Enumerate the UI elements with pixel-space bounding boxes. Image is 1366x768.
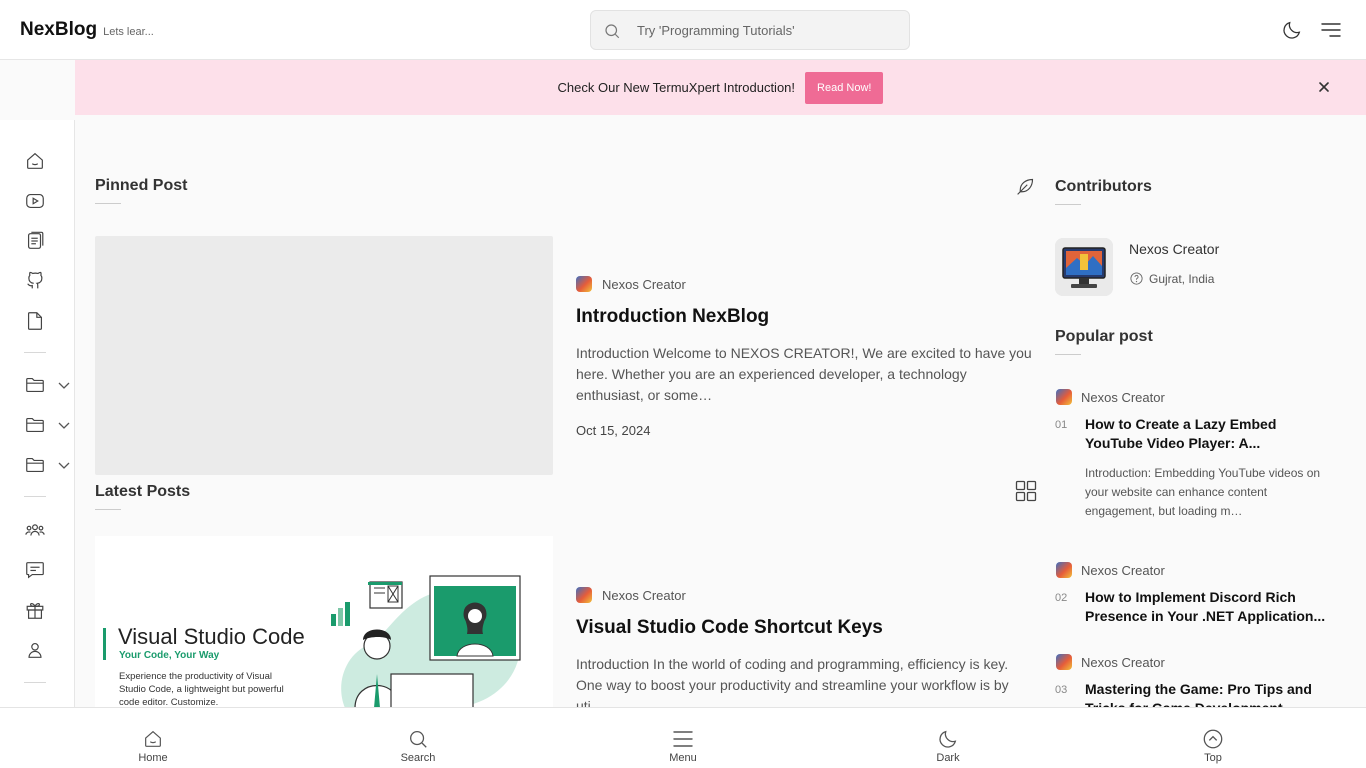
thumbnail-body: Experience the productivity of Visual St… bbox=[119, 671, 284, 708]
author-name: Nexos Creator bbox=[1081, 389, 1165, 405]
brand[interactable]: NexBlog Lets lear... bbox=[20, 19, 154, 41]
search-box[interactable] bbox=[590, 10, 910, 50]
popular-item-author[interactable]: Nexos Creator bbox=[1056, 562, 1165, 578]
home-icon bbox=[145, 730, 161, 747]
thumbnail-subheading: Your Code, Your Way bbox=[119, 650, 220, 661]
github-icon[interactable] bbox=[24, 270, 46, 292]
sidebar bbox=[0, 120, 75, 708]
author-name: Nexos Creator bbox=[602, 276, 686, 292]
pinned-post-excerpt: Introduction Welcome to NEXOS CREATOR!, … bbox=[576, 345, 1032, 403]
sidebar-divider bbox=[24, 352, 46, 353]
home-icon[interactable] bbox=[24, 150, 46, 172]
video-icon[interactable] bbox=[24, 190, 46, 212]
sidebar-divider bbox=[24, 682, 46, 683]
title-underline bbox=[95, 203, 121, 204]
vscode-post-thumbnail[interactable]: Visual Studio Code Your Code, Your Way E… bbox=[95, 536, 553, 708]
bottom-nav-label: Top bbox=[1204, 752, 1222, 764]
pinned-post-heading[interactable]: Introduction NexBlog bbox=[576, 306, 769, 328]
bottom-nav-label: Search bbox=[400, 752, 436, 764]
brand-tagline: Lets lear... bbox=[103, 26, 154, 38]
chevron-down-icon[interactable] bbox=[57, 419, 71, 431]
dark-mode-toggle-icon[interactable] bbox=[1281, 19, 1303, 41]
title-underline bbox=[95, 509, 121, 510]
latest-post-author[interactable]: Nexos Creator bbox=[576, 587, 686, 603]
popular-post-title: Popular post bbox=[1055, 328, 1153, 345]
author-avatar bbox=[1056, 562, 1072, 578]
bottom-nav-top[interactable]: Top bbox=[1173, 708, 1253, 768]
contributor-name[interactable]: Nexos Creator bbox=[1129, 241, 1219, 257]
menu-icon[interactable] bbox=[1320, 20, 1342, 40]
menu-icon bbox=[673, 731, 693, 747]
bottom-nav-dark[interactable]: Dark bbox=[908, 708, 988, 768]
popular-item-author[interactable]: Nexos Creator bbox=[1056, 654, 1165, 670]
popular-item-heading[interactable]: How to Implement Discord Rich Presence i… bbox=[1085, 588, 1345, 626]
location-icon bbox=[1130, 272, 1143, 285]
thumbnail-heading: Visual Studio Code bbox=[118, 624, 305, 649]
chevron-down-icon[interactable] bbox=[57, 379, 71, 391]
top-header: NexBlog Lets lear... bbox=[0, 0, 1366, 60]
bottom-nav-label: Menu bbox=[669, 752, 697, 764]
grid-view-icon[interactable] bbox=[1015, 480, 1037, 502]
bottom-nav-search[interactable]: Search bbox=[378, 708, 458, 768]
pinned-post-date: Oct 15, 2024 bbox=[576, 423, 651, 438]
gift-icon[interactable] bbox=[24, 599, 46, 621]
announcement-banner: Check Our New TermuXpert Introduction! R… bbox=[75, 60, 1366, 115]
feather-icon bbox=[1017, 178, 1034, 195]
read-now-button[interactable]: Read Now! bbox=[805, 71, 884, 104]
developer-illustration-icon bbox=[331, 575, 521, 708]
pinned-post-thumbnail[interactable] bbox=[95, 236, 553, 475]
search-icon bbox=[410, 731, 427, 748]
brand-name[interactable]: NexBlog bbox=[20, 19, 97, 41]
sidebar-divider bbox=[24, 496, 46, 497]
popular-item-number: 02 bbox=[1055, 592, 1068, 604]
popular-item-author[interactable]: Nexos Creator bbox=[1056, 389, 1165, 405]
author-name: Nexos Creator bbox=[1081, 654, 1165, 670]
bottom-nav-menu[interactable]: Menu bbox=[643, 708, 723, 768]
folder-icon[interactable] bbox=[24, 374, 46, 396]
comment-icon[interactable] bbox=[24, 559, 46, 581]
latest-post-heading[interactable]: Visual Studio Code Shortcut Keys bbox=[576, 617, 883, 639]
location-text: Gujrat, India bbox=[1149, 271, 1215, 286]
close-icon[interactable] bbox=[1317, 80, 1331, 94]
search-input[interactable] bbox=[637, 19, 897, 41]
announcement-text: Check Our New TermuXpert Introduction! bbox=[557, 80, 796, 95]
accent-bar bbox=[103, 628, 106, 660]
author-name: Nexos Creator bbox=[602, 587, 686, 603]
search-icon bbox=[605, 24, 620, 39]
title-underline bbox=[1055, 354, 1081, 355]
bottom-nav: Home Search Menu Dark Top bbox=[0, 707, 1366, 768]
author-avatar bbox=[1056, 654, 1072, 670]
latest-posts-title: Latest Posts bbox=[95, 483, 191, 500]
contributor-avatar-image-icon bbox=[1055, 238, 1113, 296]
contributor-avatar[interactable] bbox=[1055, 238, 1113, 296]
author-name: Nexos Creator bbox=[1081, 562, 1165, 578]
popular-item-number: 01 bbox=[1055, 419, 1068, 431]
popular-item-heading[interactable]: How to Create a Lazy Embed YouTube Video… bbox=[1085, 415, 1330, 453]
author-avatar bbox=[576, 587, 592, 603]
popular-item-excerpt: Introduction: Embedding YouTube videos o… bbox=[1085, 466, 1321, 518]
folder-icon[interactable] bbox=[24, 454, 46, 476]
contributor-location: Gujrat, India bbox=[1129, 271, 1214, 286]
folder-icon[interactable] bbox=[24, 414, 46, 436]
title-underline bbox=[1055, 204, 1081, 205]
pinned-author[interactable]: Nexos Creator bbox=[576, 276, 686, 292]
popular-item-number: 03 bbox=[1055, 684, 1068, 696]
contributors-title: Contributors bbox=[1055, 178, 1152, 195]
moon-icon bbox=[939, 730, 957, 748]
documents-icon[interactable] bbox=[24, 230, 46, 252]
author-avatar bbox=[576, 276, 592, 292]
page-icon[interactable] bbox=[24, 310, 46, 332]
pinned-post-title: Pinned Post bbox=[95, 177, 188, 194]
user-icon[interactable] bbox=[24, 639, 46, 661]
chevron-down-icon[interactable] bbox=[57, 459, 71, 471]
bottom-nav-label: Dark bbox=[936, 752, 960, 764]
arrow-up-circle-icon bbox=[1203, 729, 1223, 749]
author-avatar bbox=[1056, 389, 1072, 405]
users-icon[interactable] bbox=[24, 519, 46, 541]
bottom-nav-home[interactable]: Home bbox=[113, 708, 193, 768]
bottom-nav-label: Home bbox=[138, 752, 168, 764]
